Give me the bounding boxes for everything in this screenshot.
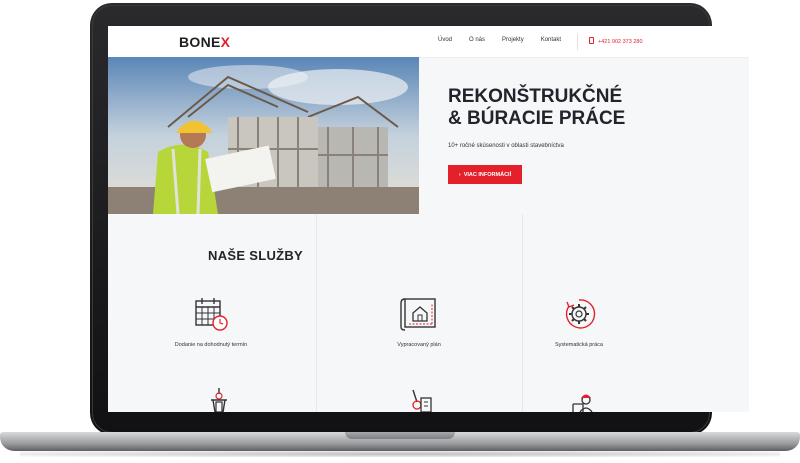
website-screen: BONEX Úvod O nás Projekty Kontakt +421 9…	[108, 26, 749, 412]
calendar-clock-icon	[195, 298, 228, 331]
phone-link[interactable]: +421 902 373 280	[589, 37, 643, 45]
hero-title: REKONŠTRUKČNÉ & BÚRACIE PRÁCE	[448, 86, 626, 129]
laptop-notch	[345, 432, 455, 439]
phone-icon	[589, 37, 594, 44]
nav-item-projekty[interactable]: Projekty	[502, 37, 524, 43]
service-label: Dodanie na dohodnutý termín	[174, 342, 248, 348]
grid-divider	[316, 214, 317, 412]
gear-cycle-icon	[565, 299, 596, 329]
chevron-right-icon: ›	[458, 171, 461, 178]
nav-divider	[577, 34, 578, 50]
nav-item-uvod[interactable]: Úvod	[438, 37, 452, 43]
services-title: NAŠE SLUŽBY	[208, 248, 304, 263]
service-item	[159, 388, 279, 412]
jackhammer-icon	[211, 388, 227, 412]
service-item	[359, 388, 479, 412]
engineer-icon	[572, 394, 593, 412]
blueprint-icon	[400, 298, 436, 331]
service-item: Dodanie na dohodnutý termín	[151, 296, 271, 348]
logo[interactable]: BONEX	[179, 34, 230, 50]
more-info-button[interactable]: › VIAC INFORMÁCIÍ	[448, 165, 522, 184]
service-label: Systematická práca	[555, 342, 603, 348]
demolition-icon	[412, 389, 432, 412]
laptop-shadow	[20, 451, 780, 457]
hero-image	[108, 57, 419, 214]
nav-menu: Úvod O nás Projekty Kontakt	[438, 37, 561, 43]
nav-item-kontakt[interactable]: Kontakt	[541, 37, 561, 43]
service-label: Vypracovaný plán	[397, 342, 441, 348]
service-item: Systematická práca	[519, 296, 639, 348]
service-item	[519, 388, 639, 412]
top-navigation: BONEX Úvod O nás Projekty Kontakt +421 9…	[108, 26, 749, 58]
hero-subtitle: 10+ ročné skúsenosti v oblasti stavebníc…	[448, 143, 564, 149]
service-item: Vypracovaný plán	[359, 296, 479, 348]
nav-item-o-nas[interactable]: O nás	[469, 37, 485, 43]
